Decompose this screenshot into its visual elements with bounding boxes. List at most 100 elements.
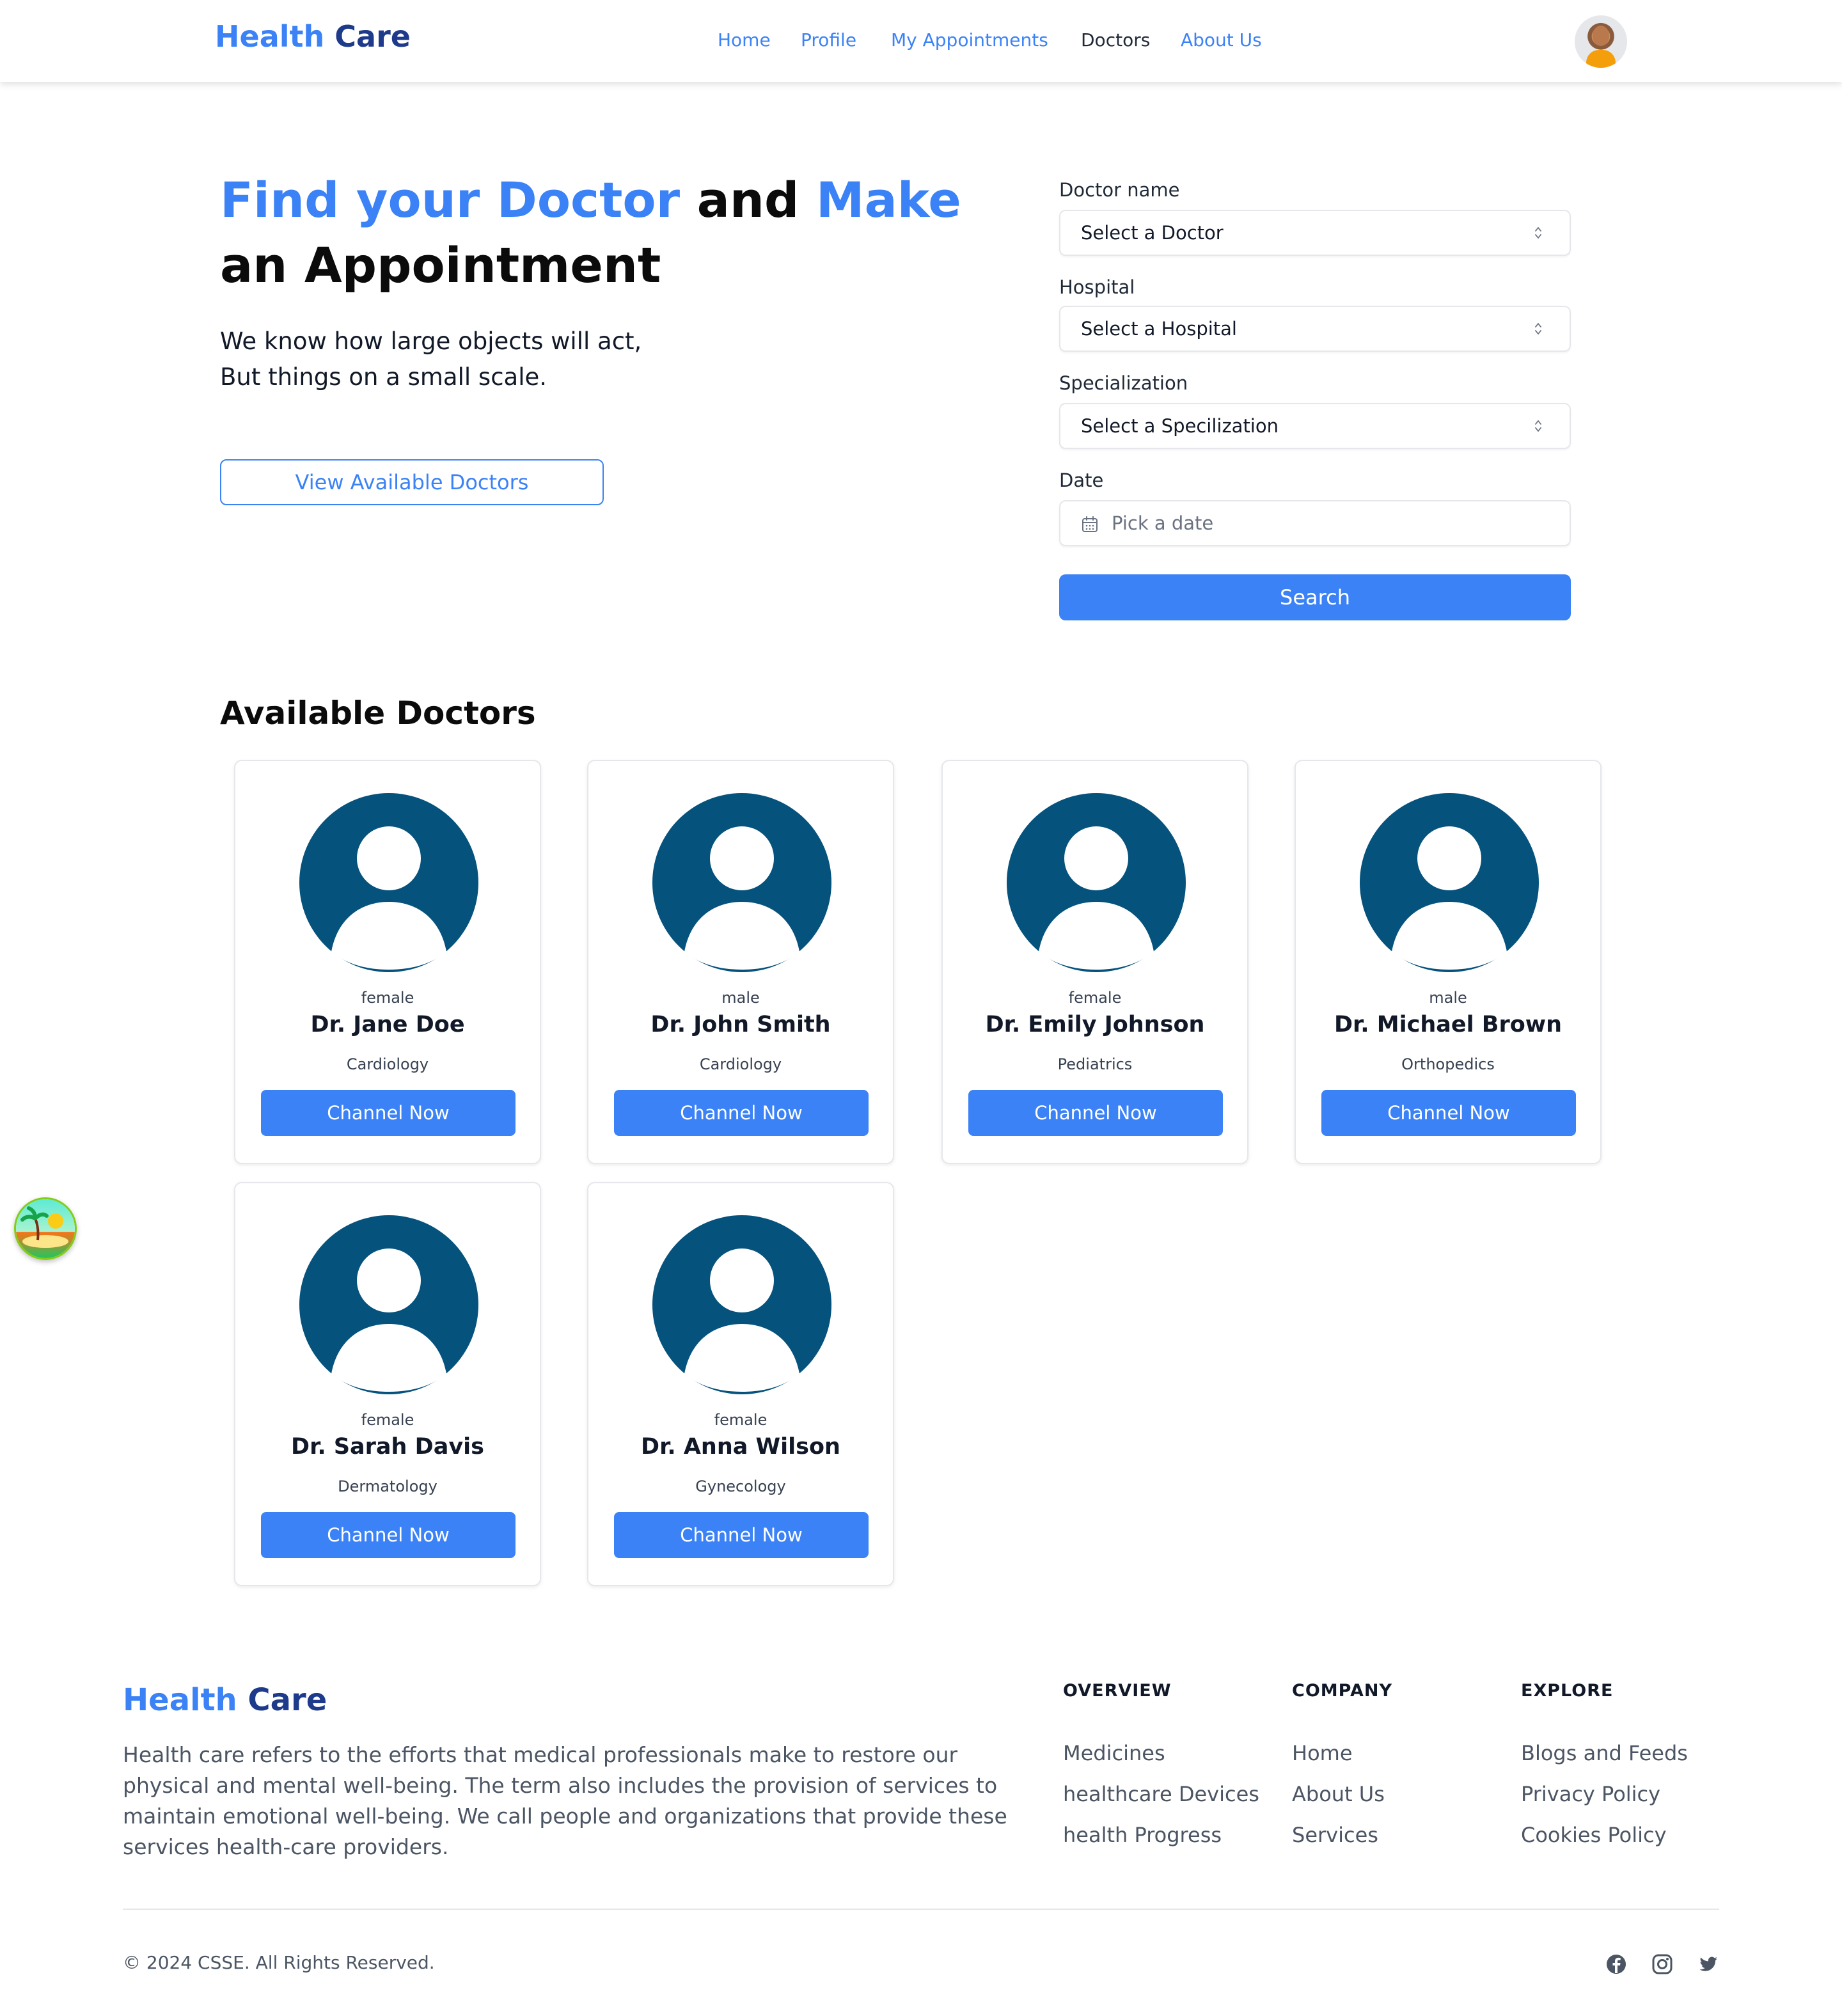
doctor-specialization: Orthopedics [1401, 1055, 1495, 1073]
chevron-up-down-icon [1535, 420, 1541, 432]
channel-now-button[interactable]: Channel Now [261, 1512, 516, 1558]
hospital-select[interactable]: Select a Hospital [1059, 306, 1571, 352]
footer-description: Health care refers to the efforts that m… [123, 1742, 1007, 1859]
doctor-card: male Dr. John Smith Cardiology Channel Now [587, 760, 894, 1164]
doctor-gender: male [1429, 989, 1467, 1007]
footer-link-blogs-and-feeds[interactable]: Blogs and Feeds [1521, 1733, 1688, 1774]
view-available-doctors-button[interactable]: View Available Doctors [220, 459, 604, 505]
hero-title-part1: Find your Doctor [220, 171, 681, 228]
footer-brand-part1: Health [123, 1682, 237, 1718]
doctor-name-label: Doctor name [1059, 179, 1180, 201]
doctor-specialization: Cardiology [346, 1055, 429, 1073]
doctor-card: male Dr. Michael Brown Orthopedics Channel … [1295, 760, 1602, 1164]
doctor-specialization: Pediatrics [1057, 1055, 1133, 1073]
nav-link-home[interactable]: Home [718, 29, 771, 51]
footer-link-healthcare-devices[interactable]: healthcare Devices [1063, 1774, 1259, 1815]
available-doctors-title: Available Doctors [220, 695, 536, 732]
doctor-card: female Dr. Emily Johnson Pediatrics Channel… [941, 760, 1248, 1164]
navbar: Health Care Home Profile My Appointments… [0, 0, 1842, 82]
doctor-name: Dr. Emily Johnson [985, 1012, 1205, 1037]
nav-link-my-appointments[interactable]: My Appointments [891, 29, 1048, 51]
hero-title-part4: an Appointment [220, 237, 661, 294]
doctor-specialization: Dermatology [338, 1477, 437, 1495]
chevron-up-down-icon [1535, 227, 1541, 239]
doctor-gender: female [1068, 989, 1122, 1007]
user-avatar[interactable] [1575, 15, 1627, 68]
date-placeholder: Pick a date [1112, 512, 1214, 534]
channel-now-button[interactable]: Channel Now [1321, 1090, 1576, 1136]
doctor-name: Dr. Jane Doe [310, 1012, 465, 1037]
brand-part2: Care [335, 19, 411, 54]
footer-brand[interactable]: Health Care [123, 1682, 327, 1718]
doctor-avatar-icon [299, 1215, 478, 1394]
nav-link-about-us[interactable]: About Us [1181, 29, 1262, 51]
nav-link-profile[interactable]: Profile [801, 29, 856, 51]
doctor-gender: female [361, 989, 414, 1007]
brand-part1: Health [215, 19, 325, 54]
footer-divider [123, 1909, 1719, 1910]
doctor-card: female Dr. Anna Wilson Gynecology Channel N… [587, 1182, 894, 1586]
channel-now-button[interactable]: Channel Now [614, 1512, 869, 1558]
doctor-gender: female [361, 1411, 414, 1429]
doctor-select[interactable]: Select a Doctor [1059, 210, 1571, 256]
instagram-icon[interactable] [1651, 1953, 1673, 1975]
hero-title: Find your Doctor and Make an Appointment [220, 168, 962, 298]
hospital-label: Hospital [1059, 276, 1135, 298]
footer-brand-part2: Care [248, 1682, 327, 1718]
doctor-name: Dr. Michael Brown [1334, 1012, 1563, 1037]
doctor-avatar-icon [1007, 793, 1186, 972]
calendar-icon [1082, 516, 1098, 532]
doctor-card: female Dr. Sarah Davis Dermatology Channel … [234, 1182, 541, 1586]
copyright-text: © 2024 CSSE. All Rights Reserved. [123, 1952, 435, 1973]
doctor-gender: female [714, 1411, 767, 1429]
hero-title-part2: and [697, 171, 799, 228]
doctor-avatar-icon [652, 793, 831, 972]
footer-link-services[interactable]: Services [1292, 1815, 1392, 1855]
doctor-avatar-icon [652, 1215, 831, 1394]
hero-subtitle-line2: But things on a small scale. [220, 363, 547, 391]
channel-now-button[interactable]: Channel Now [261, 1090, 516, 1136]
island-icon [16, 1199, 75, 1258]
hero-subtitle: We know how large objects will act, But … [220, 324, 642, 395]
hero-title-part3: Make [815, 171, 961, 228]
doctor-specialization: Cardiology [699, 1055, 782, 1073]
footer-link-home[interactable]: Home [1292, 1733, 1392, 1774]
search-button[interactable]: Search [1059, 574, 1571, 620]
footer-link-about-us[interactable]: About Us [1292, 1774, 1392, 1815]
footer-column-overview: OVERVIEW Medicines healthcare Devices he… [1063, 1681, 1259, 1855]
hero-subtitle-line1: We know how large objects will act, [220, 327, 642, 355]
floating-island-badge-icon[interactable] [14, 1197, 77, 1260]
footer-heading: COMPANY [1292, 1681, 1392, 1701]
chevron-up-down-icon [1535, 323, 1541, 335]
date-label: Date [1059, 469, 1104, 491]
doctor-avatar-icon [1360, 793, 1539, 972]
date-picker[interactable]: Pick a date [1059, 500, 1571, 546]
channel-now-button[interactable]: Channel Now [968, 1090, 1223, 1136]
brand-logo[interactable]: Health Care [215, 19, 411, 54]
twitter-icon[interactable] [1697, 1953, 1719, 1975]
nav-link-doctors[interactable]: Doctors [1081, 29, 1150, 51]
doctor-name: Dr. Anna Wilson [641, 1434, 840, 1460]
footer-column-company: COMPANY Home About Us Services [1292, 1681, 1392, 1855]
footer-heading: OVERVIEW [1063, 1681, 1172, 1701]
facebook-icon[interactable] [1605, 1953, 1627, 1975]
hospital-select-value: Select a Hospital [1081, 318, 1237, 340]
channel-now-button[interactable]: Channel Now [614, 1090, 869, 1136]
doctor-specialization: Gynecology [695, 1477, 786, 1495]
avatar-face [1593, 26, 1609, 46]
footer-link-medicines[interactable]: Medicines [1063, 1733, 1259, 1774]
avatar-shirt [1586, 50, 1616, 68]
specialization-select-value: Select a Specilization [1081, 415, 1279, 437]
footer-link-privacy-policy[interactable]: Privacy Policy [1521, 1774, 1688, 1815]
footer-heading: EXPLORE [1521, 1681, 1614, 1701]
doctor-gender: male [721, 989, 760, 1007]
footer-link-health-progress[interactable]: health Progress [1063, 1815, 1259, 1855]
specialization-label: Specialization [1059, 372, 1188, 394]
doctor-name: Dr. Sarah Davis [291, 1434, 484, 1460]
specialization-select[interactable]: Select a Specilization [1059, 403, 1571, 449]
footer-link-cookies-policy[interactable]: Cookies Policy [1521, 1815, 1688, 1855]
doctor-select-value: Select a Doctor [1081, 222, 1224, 244]
doctor-name: Dr. John Smith [650, 1012, 831, 1037]
footer-column-explore: EXPLORE Blogs and Feeds Privacy Policy C… [1521, 1681, 1688, 1855]
doctor-avatar-icon [299, 793, 478, 972]
